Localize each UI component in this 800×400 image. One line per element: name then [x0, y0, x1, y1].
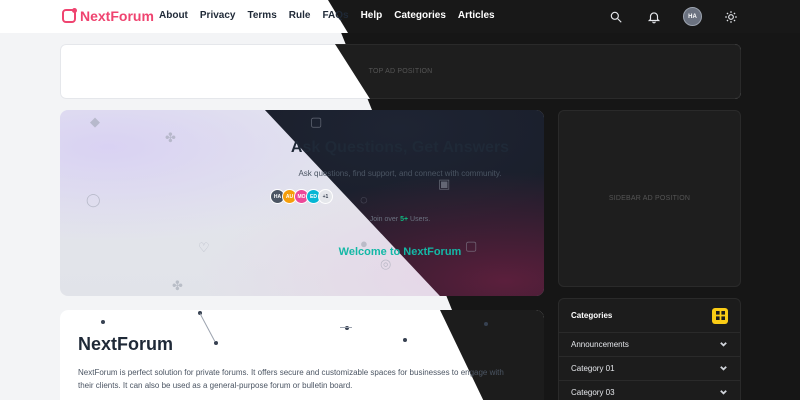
about-title: NextForum: [78, 334, 174, 354]
chevron-down-icon: [720, 366, 727, 371]
nav-terms[interactable]: Terms: [247, 10, 276, 21]
about-description: NextForum is perfect solution for privat…: [78, 368, 504, 390]
chevron-down-icon: [720, 342, 727, 347]
top-ad-slot[interactable]: TOP AD POSITION: [60, 44, 741, 99]
brand-logo[interactable]: NextForum: [62, 8, 154, 24]
shield-icon: ◆: [90, 114, 100, 129]
user-avatar[interactable]: HA: [683, 7, 702, 26]
logo-icon: [62, 8, 77, 23]
more-members-badge: +1: [318, 189, 333, 204]
main-nav: About Privacy Terms Rule FAQs Help Categ…: [159, 10, 507, 21]
categories-header: Categories: [559, 299, 740, 333]
globe-icon: ◌: [360, 192, 368, 207]
nav-faqs[interactable]: FAQs: [322, 10, 348, 21]
nav-help[interactable]: Help: [361, 10, 383, 21]
chevron-down-icon: [720, 390, 727, 395]
network-node: [101, 320, 105, 324]
bell-icon[interactable]: [645, 8, 663, 26]
nav-about[interactable]: About: [159, 10, 188, 21]
clover-icon-2: ✤: [172, 278, 183, 293]
categories-panel: Categories Announcements Category 01 Cat…: [558, 298, 741, 400]
sidebar-ad-slot[interactable]: SIDEBAR AD POSITION: [558, 110, 741, 287]
nav-articles[interactable]: Articles: [458, 10, 495, 21]
member-avatars: HA AU MO ED +1: [270, 189, 333, 204]
network-node: [403, 338, 407, 342]
grid-icon[interactable]: [712, 307, 728, 324]
search-icon[interactable]: [607, 8, 625, 26]
user-count: 5+: [400, 216, 409, 223]
sun-icon[interactable]: [722, 8, 740, 26]
linkedin-icon: ▣: [438, 176, 451, 191]
category-item-03[interactable]: Category 03: [559, 381, 740, 400]
brand-name: NextForum: [80, 8, 154, 24]
instagram-icon: ▢: [310, 114, 323, 129]
categories-title: Categories: [571, 311, 613, 320]
sidebar-ad-label: SIDEBAR AD POSITION: [608, 195, 691, 202]
top-ad-label: TOP AD POSITION: [368, 68, 433, 75]
nav-rule[interactable]: Rule: [289, 10, 311, 21]
nav-privacy[interactable]: Privacy: [200, 10, 236, 21]
chat-icon: ◯: [86, 192, 101, 207]
eye-icon: ◎: [380, 256, 392, 271]
nav-categories[interactable]: Categories: [394, 10, 446, 21]
top-header: NextForum About Privacy Terms Rule FAQs …: [0, 0, 800, 33]
network-link: [340, 327, 352, 328]
category-item-01[interactable]: Category 01: [559, 357, 740, 381]
category-item-announcements[interactable]: Announcements: [559, 333, 740, 357]
network-node: [484, 322, 488, 326]
header-actions: HA: [607, 7, 740, 26]
